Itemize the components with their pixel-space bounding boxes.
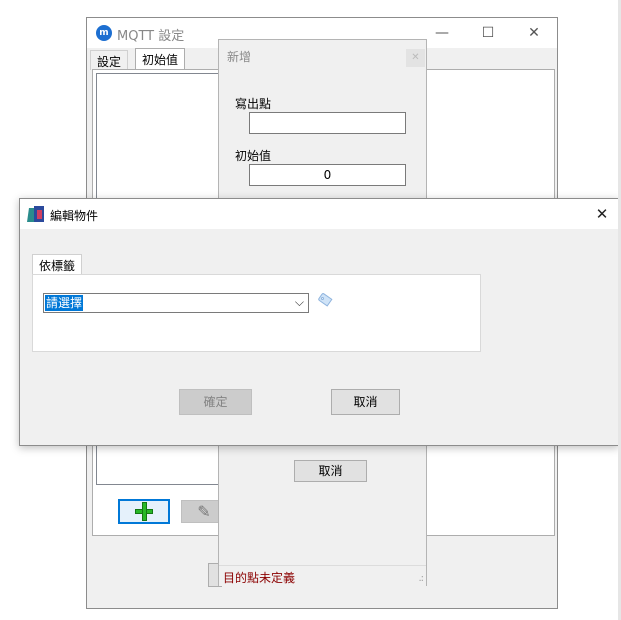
cancel-button[interactable]: 取消 — [331, 389, 400, 415]
logo-part — [37, 210, 42, 219]
ok-button[interactable]: 確定 — [179, 389, 252, 415]
tab-initial-values[interactable]: 初始值 — [135, 48, 186, 70]
status-message: 目的點未定義 — [223, 571, 296, 585]
mqtt-window-title: MQTT 設定 — [117, 29, 185, 44]
chevron-down-icon: ⌵ — [294, 295, 304, 309]
add-dialog-cancel-button[interactable]: 取消 — [294, 460, 367, 482]
close-icon[interactable]: ✕ — [406, 49, 425, 67]
tag-icon-hole — [321, 297, 324, 300]
plus-icon-center — [143, 510, 146, 513]
add-dialog-title: 新增 — [227, 50, 252, 64]
maximize-icon[interactable]: ☐ — [465, 18, 511, 48]
app-logo-icon — [27, 206, 44, 222]
tab-settings[interactable]: 設定 — [90, 50, 129, 70]
add-button[interactable] — [118, 499, 170, 524]
mqtt-cloud-icon: m — [96, 25, 112, 41]
tag-select-dropdown[interactable]: 請選擇 ⌵ — [43, 293, 309, 313]
edit-object-dialog: 編輯物件 ✕ 依標籤 請選擇 ⌵ 確定 取消 — [19, 198, 619, 446]
tag-icon-body — [317, 292, 333, 307]
tag-icon[interactable] — [316, 291, 334, 309]
status-bar: 目的點未定義 .: — [219, 565, 426, 586]
close-icon[interactable]: ✕ — [591, 203, 613, 225]
write-point-label: 寫出點 — [235, 97, 272, 111]
size-grip-icon[interactable]: .: — [418, 573, 423, 584]
tab-by-tag[interactable]: 依標籤 — [32, 254, 83, 275]
initial-value-label: 初始值 — [235, 149, 272, 163]
edit-dialog-titlebar[interactable]: 編輯物件 ✕ — [20, 199, 618, 229]
close-icon[interactable]: ✕ — [511, 18, 557, 48]
by-tag-panel: 請選擇 ⌵ — [32, 274, 481, 352]
initial-value-field[interactable]: 0 — [249, 164, 406, 186]
edit-dialog-title: 編輯物件 — [50, 209, 99, 223]
tag-select-value: 請選擇 — [45, 295, 84, 311]
pencil-icon: ✎ — [197, 502, 211, 521]
write-point-field[interactable] — [249, 112, 406, 134]
